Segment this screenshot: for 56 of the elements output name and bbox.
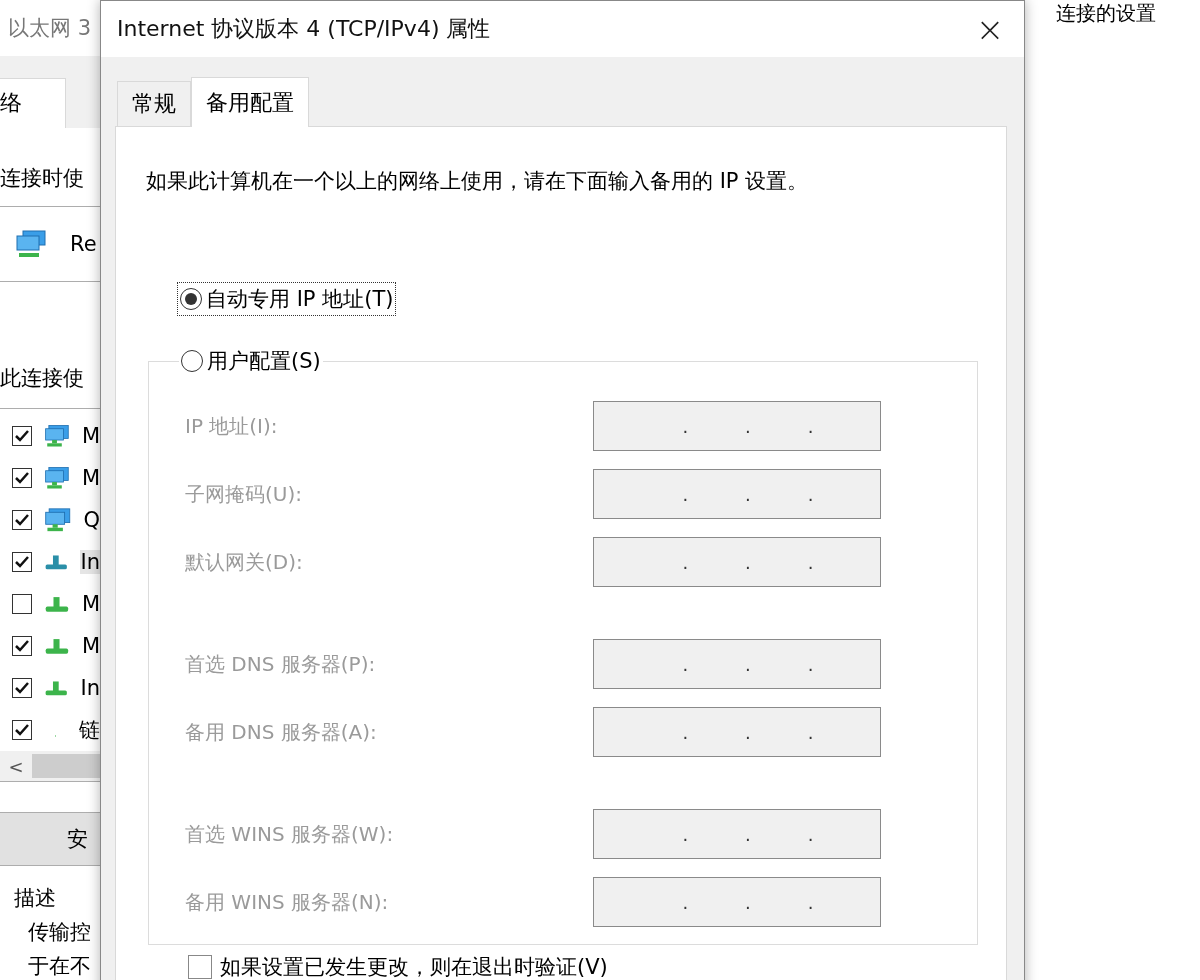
description-text: 传输控 — [28, 919, 92, 946]
group-title: 描述 — [14, 885, 57, 912]
field-label: 备用 DNS 服务器(A): — [185, 718, 378, 746]
section-label: 此连接使 — [0, 365, 85, 392]
check-icon — [15, 556, 29, 568]
install-button[interactable]: 安 — [0, 812, 100, 866]
checkbox[interactable] — [12, 636, 32, 656]
adapter-name: Re — [70, 232, 97, 256]
checkbox[interactable] — [12, 552, 32, 572]
field-label: IP 地址(I): — [185, 412, 279, 440]
section-label: 连接时使 — [0, 165, 85, 192]
instruction-text: 如果此计算机在一个以上的网络上使用，请在下面输入备用的 IP 设置。 — [146, 168, 810, 195]
field-label: 备用 WINS 服务器(N): — [185, 888, 390, 916]
link-text: 连接的设置 — [1056, 0, 1156, 24]
checkbox[interactable] — [12, 468, 32, 488]
check-icon — [15, 430, 29, 442]
protocol-icon — [44, 678, 69, 698]
list-item[interactable]: Q — [83, 508, 100, 532]
tab[interactable]: 络 — [0, 77, 66, 128]
field-label: 子网掩码(U): — [185, 480, 303, 508]
list-item[interactable]: 链 — [79, 716, 100, 744]
checkbox[interactable] — [188, 955, 212, 979]
check-icon — [15, 724, 29, 736]
checkbox[interactable] — [12, 678, 32, 698]
list-item[interactable]: M — [81, 424, 100, 448]
field-label: 首选 DNS 服务器(P): — [185, 650, 377, 678]
checkbox[interactable] — [12, 510, 32, 530]
list-item[interactable]: M — [81, 592, 100, 616]
field-label: 首选 WINS 服务器(W): — [185, 820, 395, 848]
dialog-title: Internet 协议版本 4 (TCP/IPv4) 属性 — [117, 15, 491, 43]
protocol-icon — [44, 594, 70, 614]
window-title: 以太网 3 — [8, 14, 92, 42]
list-item[interactable]: In — [80, 550, 100, 574]
tab[interactable]: 备用配置 — [191, 77, 309, 127]
list-item[interactable]: M — [81, 466, 100, 490]
field-label: 默认网关(D): — [185, 548, 304, 576]
list-item[interactable]: M — [81, 634, 100, 658]
list-item[interactable]: In — [80, 676, 100, 700]
protocol-icon — [44, 636, 70, 656]
radio-option[interactable]: 自动专用 IP 地址(T) — [178, 283, 396, 315]
scroll-left-button[interactable]: < — [0, 755, 32, 777]
network-adapter-icon — [14, 229, 48, 259]
tab[interactable]: 常规 — [117, 81, 191, 126]
checkbox[interactable] — [12, 720, 32, 740]
checkbox-label: 如果设置已发生更改，则在退出时验证(V) — [220, 954, 608, 980]
check-icon — [15, 514, 29, 526]
checkbox[interactable] — [12, 594, 32, 614]
check-icon — [15, 640, 29, 652]
description-text: 于在不 — [28, 953, 92, 980]
checkbox[interactable] — [12, 426, 32, 446]
radio-option[interactable]: 用户配置(S) — [179, 345, 323, 377]
scrollbar[interactable]: < — [0, 751, 100, 781]
check-icon — [15, 682, 29, 694]
protocol-icon — [44, 552, 69, 572]
check-icon — [15, 472, 29, 484]
close-button[interactable]: × — [972, 12, 1008, 46]
